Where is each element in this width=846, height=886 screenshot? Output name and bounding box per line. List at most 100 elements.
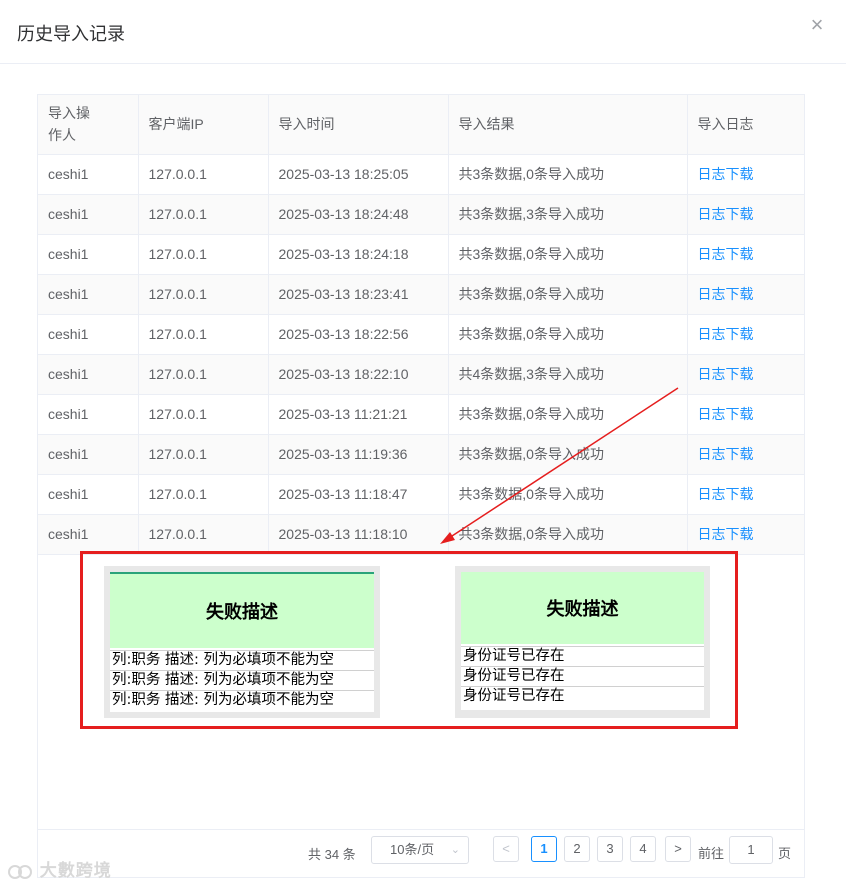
- page-button-4[interactable]: 4: [630, 836, 656, 862]
- log-download-link[interactable]: 日志下载: [698, 366, 754, 382]
- cell-result: 共3条数据,0条导入成功: [448, 394, 688, 435]
- watermark-text: 大數跨境: [39, 861, 112, 880]
- cell-time: 2025-03-13 11:21:21: [268, 394, 449, 435]
- cell-result: 共4条数据,3条导入成功: [448, 354, 688, 395]
- table-row: ceshi1 127.0.0.1 2025-03-13 11:18:10 共3条数据,…: [38, 514, 804, 555]
- cell-log: 日志下载: [687, 194, 804, 235]
- sheet-row: 列:职务 描述: 列为必填项不能为空: [110, 670, 374, 690]
- cell-time: 2025-03-13 18:22:10: [268, 354, 449, 395]
- cell-result: 共3条数据,0条导入成功: [448, 154, 688, 195]
- cell-log: 日志下载: [687, 314, 804, 355]
- cell-result: 共3条数据,0条导入成功: [448, 434, 688, 475]
- table-row: ceshi1 127.0.0.1 2025-03-13 18:24:18 共3条数据,…: [38, 234, 804, 275]
- cell-time: 2025-03-13 18:24:48: [268, 194, 449, 235]
- cell-operator: ceshi1: [38, 314, 139, 355]
- cell-operator: ceshi1: [38, 394, 139, 435]
- cell-operator: ceshi1: [38, 274, 139, 315]
- log-download-link[interactable]: 日志下载: [698, 486, 754, 502]
- cell-log: 日志下载: [687, 394, 804, 435]
- log-download-link[interactable]: 日志下载: [698, 526, 754, 542]
- sheet-header: 失败描述: [461, 572, 704, 644]
- dialog-title: 历史导入记录: [17, 24, 125, 44]
- log-download-link[interactable]: 日志下载: [698, 166, 754, 182]
- cell-log: 日志下载: [687, 154, 804, 195]
- column-header-ip: 客户端IP: [138, 95, 269, 155]
- cell-operator: ceshi1: [38, 514, 139, 555]
- log-download-link[interactable]: 日志下载: [698, 286, 754, 302]
- table-row: ceshi1 127.0.0.1 2025-03-13 11:21:21 共3条数据,…: [38, 394, 804, 435]
- cell-time: 2025-03-13 18:25:05: [268, 154, 449, 195]
- pagination: 共 34 条 10条/页 ⌄ < 1 2 3 4 > 前往 1 页: [38, 829, 804, 878]
- cell-log: 日志下载: [687, 474, 804, 515]
- cell-log: 日志下载: [687, 434, 804, 475]
- table-row: ceshi1 127.0.0.1 2025-03-13 11:19:36 共3条数据,…: [38, 434, 804, 475]
- column-header-time: 导入时间: [268, 95, 449, 155]
- page-button-3[interactable]: 3: [597, 836, 623, 862]
- next-page-button[interactable]: >: [665, 836, 691, 862]
- goto-page-input[interactable]: 1: [729, 836, 773, 864]
- cell-time: 2025-03-13 18:22:56: [268, 314, 449, 355]
- cell-ip: 127.0.0.1: [138, 354, 269, 395]
- goto-label: 前往: [698, 846, 725, 861]
- chevron-down-icon: ⌄: [450, 844, 460, 856]
- failure-sheet-right: 失败描述 身份证号已存在 身份证号已存在 身份证号已存在: [455, 566, 710, 718]
- cell-result: 共3条数据,0条导入成功: [448, 274, 688, 315]
- log-download-link[interactable]: 日志下载: [698, 406, 754, 422]
- sheet-row: 身份证号已存在: [461, 686, 704, 706]
- cell-result: 共3条数据,0条导入成功: [448, 234, 688, 275]
- sheet-row: 身份证号已存在: [461, 646, 704, 666]
- table-header-row: 导入操作人 客户端IP 导入时间 导入结果 导入日志: [38, 95, 804, 155]
- prev-page-button[interactable]: <: [493, 836, 519, 862]
- sheet-row: 身份证号已存在: [461, 666, 704, 686]
- cell-operator: ceshi1: [38, 354, 139, 395]
- cell-ip: 127.0.0.1: [138, 274, 269, 315]
- sheet-row: 列:职务 描述: 列为必填项不能为空: [110, 650, 374, 670]
- pagination-total: 共 34 条: [308, 847, 356, 862]
- cell-result: 共3条数据,3条导入成功: [448, 194, 688, 235]
- cell-time: 2025-03-13 18:23:41: [268, 274, 449, 315]
- cell-ip: 127.0.0.1: [138, 514, 269, 555]
- cell-ip: 127.0.0.1: [138, 394, 269, 435]
- cell-log: 日志下载: [687, 234, 804, 275]
- column-header-log: 导入日志: [687, 95, 804, 155]
- highlight-box: 失败描述 列:职务 描述: 列为必填项不能为空 列:职务 描述: 列为必填项不能…: [80, 551, 738, 729]
- cell-operator: ceshi1: [38, 474, 139, 515]
- page-size-select[interactable]: 10条/页 ⌄: [371, 836, 469, 864]
- cell-log: 日志下载: [687, 354, 804, 395]
- table-row: ceshi1 127.0.0.1 2025-03-13 18:24:48 共3条数据,…: [38, 194, 804, 235]
- page-suffix-label: 页: [778, 846, 792, 861]
- cell-ip: 127.0.0.1: [138, 474, 269, 515]
- column-header-operator: 导入操作人: [38, 95, 139, 155]
- cell-operator: ceshi1: [38, 234, 139, 275]
- log-download-link[interactable]: 日志下载: [698, 246, 754, 262]
- cell-time: 2025-03-13 11:18:47: [268, 474, 449, 515]
- page-size-value: 10条/页: [390, 842, 435, 857]
- close-icon[interactable]: ×: [806, 14, 828, 36]
- table-row: ceshi1 127.0.0.1 2025-03-13 18:23:41 共3条数据,…: [38, 274, 804, 315]
- cell-operator: ceshi1: [38, 194, 139, 235]
- cell-result: 共3条数据,0条导入成功: [448, 514, 688, 555]
- watermark-logo-icon: [8, 864, 32, 879]
- watermark: 大數跨境: [6, 856, 112, 882]
- column-header-result: 导入结果: [448, 95, 688, 155]
- cell-ip: 127.0.0.1: [138, 434, 269, 475]
- log-download-link[interactable]: 日志下载: [698, 326, 754, 342]
- cell-time: 2025-03-13 18:24:18: [268, 234, 449, 275]
- cell-time: 2025-03-13 11:18:10: [268, 514, 449, 555]
- page-button-2[interactable]: 2: [564, 836, 590, 862]
- cell-ip: 127.0.0.1: [138, 194, 269, 235]
- header-divider: [0, 63, 846, 64]
- page-button-1[interactable]: 1: [531, 836, 557, 862]
- table-row: ceshi1 127.0.0.1 2025-03-13 18:25:05 共3条数据,…: [38, 154, 804, 195]
- cell-operator: ceshi1: [38, 154, 139, 195]
- log-download-link[interactable]: 日志下载: [698, 206, 754, 222]
- cell-ip: 127.0.0.1: [138, 154, 269, 195]
- failure-sheet-left: 失败描述 列:职务 描述: 列为必填项不能为空 列:职务 描述: 列为必填项不能…: [104, 566, 380, 718]
- log-download-link[interactable]: 日志下载: [698, 446, 754, 462]
- table-row: ceshi1 127.0.0.1 2025-03-13 18:22:56 共3条数据,…: [38, 314, 804, 355]
- cell-time: 2025-03-13 11:19:36: [268, 434, 449, 475]
- table-row: ceshi1 127.0.0.1 2025-03-13 11:18:47 共3条数据,…: [38, 474, 804, 515]
- cell-ip: 127.0.0.1: [138, 314, 269, 355]
- cell-result: 共3条数据,0条导入成功: [448, 474, 688, 515]
- import-records-table: 导入操作人 客户端IP 导入时间 导入结果 导入日志 ceshi1 127.0.0…: [38, 95, 804, 555]
